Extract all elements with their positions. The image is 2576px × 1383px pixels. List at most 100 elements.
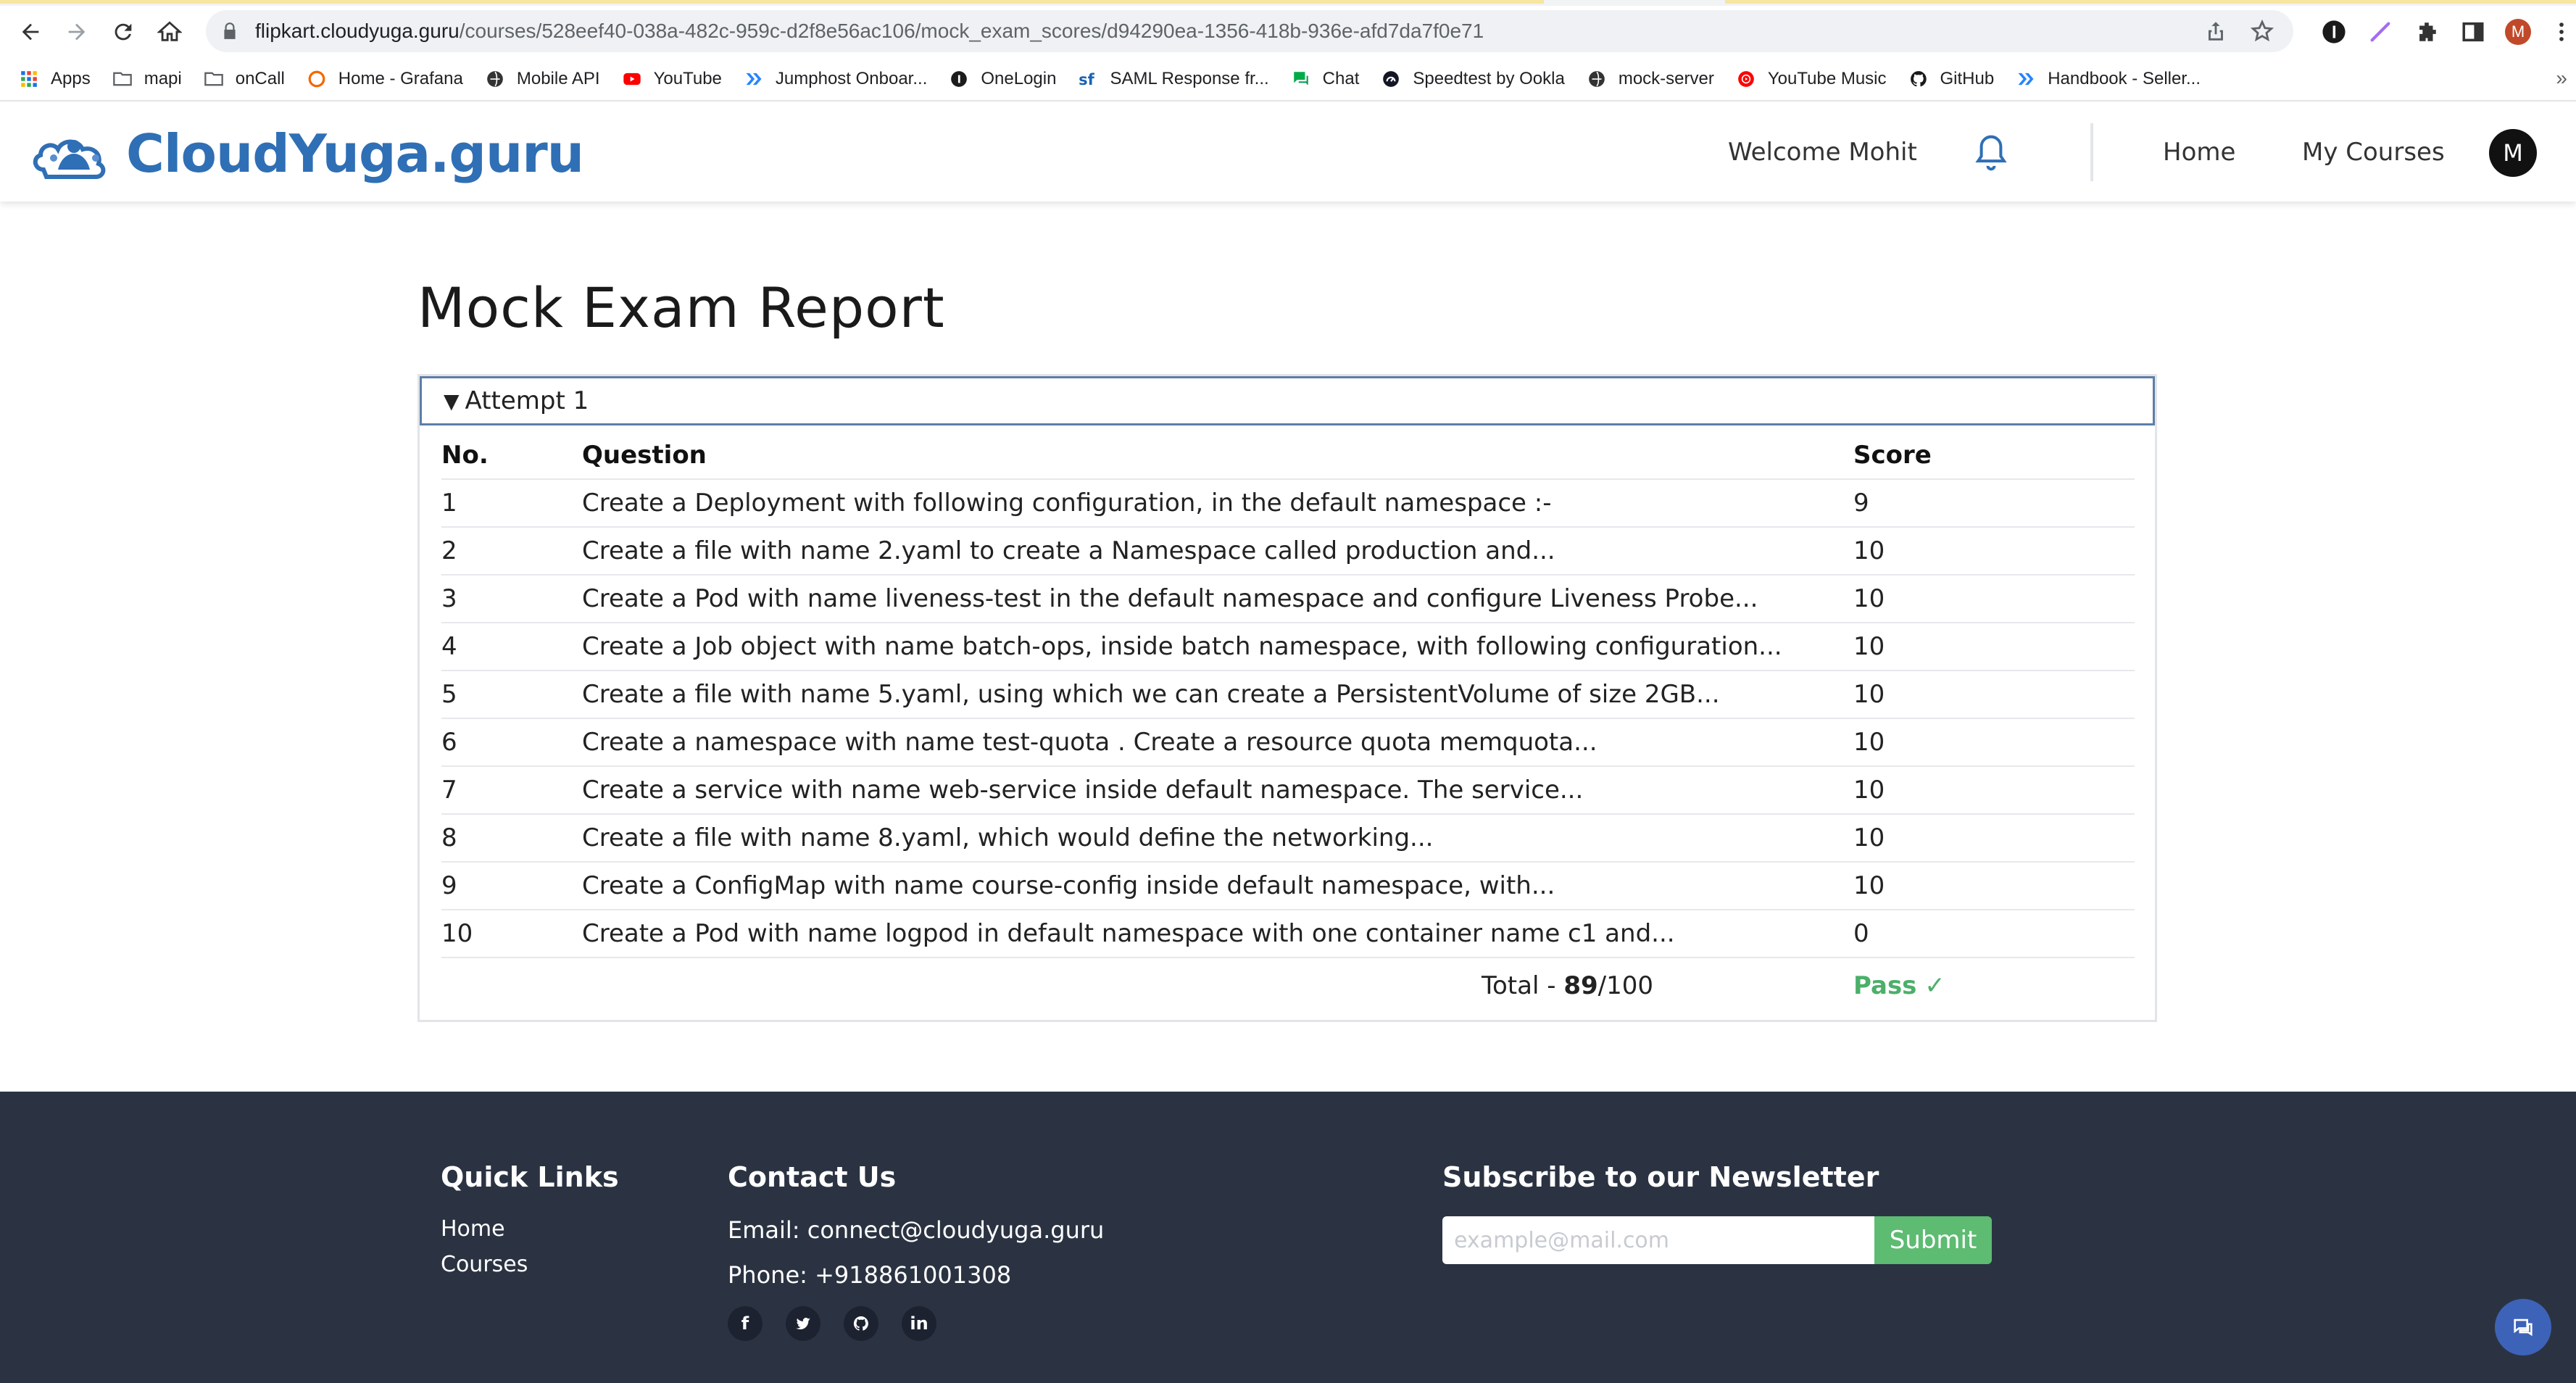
row-score: 10 xyxy=(1853,766,2135,815)
table-row: 1 Create a Deployment with following conf… xyxy=(441,479,2135,528)
lock-icon xyxy=(224,22,236,39)
home-button[interactable] xyxy=(146,9,193,55)
address-bar[interactable]: flipkart.cloudyuga.guru/courses/528eef40… xyxy=(206,10,2293,52)
pen-extension-icon[interactable] xyxy=(2367,19,2393,45)
bookmark-item[interactable]: mock-server xyxy=(1587,69,1714,89)
twitter-icon[interactable] xyxy=(786,1306,820,1341)
linkedin-icon[interactable]: in xyxy=(902,1306,936,1341)
bookmark-item[interactable]: YouTube xyxy=(622,69,722,89)
checkmark-icon: ✓ xyxy=(1924,971,1945,1000)
row-score: 10 xyxy=(1853,670,2135,719)
attempt-toggle[interactable]: ▼ Attempt 1 xyxy=(420,376,2155,425)
tab-highlight xyxy=(1725,0,2576,4)
facebook-icon[interactable]: f xyxy=(728,1306,763,1341)
bookmark-label: Speedtest by Ookla xyxy=(1413,69,1565,88)
bookmark-item[interactable]: sf SAML Response fr... xyxy=(1078,69,1269,89)
bookmark-item[interactable]: Home - Grafana xyxy=(307,69,463,89)
result-badge: Pass ✓ xyxy=(1853,958,2135,1013)
row-score: 9 xyxy=(1853,479,2135,528)
confluence-icon xyxy=(2016,69,2036,89)
row-number: 2 xyxy=(441,527,582,576)
bookmark-label: Chat xyxy=(1322,69,1360,88)
bookmark-label: Mobile API xyxy=(516,69,600,88)
cloudyuga-logo[interactable]: CloudYuga.guru xyxy=(29,123,584,184)
bookmark-label: onCall xyxy=(235,69,285,88)
star-icon[interactable] xyxy=(2250,19,2274,43)
bookmark-item[interactable]: Apps xyxy=(19,69,91,89)
table-row: 3 Create a Pod with name liveness-test in… xyxy=(441,575,2135,623)
newsletter-submit-button[interactable]: Submit xyxy=(1874,1216,1992,1264)
globe-icon xyxy=(1587,69,1607,89)
bookmark-item[interactable]: GitHub xyxy=(1908,69,1994,89)
bookmarks-overflow-button[interactable]: » xyxy=(2556,67,2567,90)
table-row: 5 Create a file with name 5.yaml, using w… xyxy=(441,670,2135,719)
logo-text: CloudYuga.guru xyxy=(126,123,584,184)
apps-grid-icon xyxy=(19,69,39,89)
github-icon[interactable] xyxy=(844,1306,878,1341)
row-question: Create a Pod with name logpod in default… xyxy=(582,910,1853,958)
reload-icon xyxy=(115,23,132,41)
bookmark-item[interactable]: Speedtest by Ookla xyxy=(1381,69,1565,89)
contact-phone: Phone: +918861001308 xyxy=(728,1261,1012,1289)
avatar[interactable]: M xyxy=(2489,129,2537,177)
quick-links-heading: Quick Links xyxy=(441,1161,619,1193)
share-icon[interactable] xyxy=(2203,19,2228,43)
bookmark-item[interactable]: OneLogin xyxy=(949,69,1056,89)
total-max: /100 xyxy=(1597,971,1653,1000)
row-number: 8 xyxy=(441,814,582,863)
nav-my-courses-link[interactable]: My Courses xyxy=(2302,103,2445,202)
row-number: 3 xyxy=(441,575,582,623)
arrow-left-icon xyxy=(22,23,39,41)
back-button[interactable] xyxy=(7,9,54,55)
total-label: Total - xyxy=(1482,971,1564,1000)
table-row: 6 Create a namespace with name test-quota… xyxy=(441,718,2135,767)
bookmark-item[interactable]: Jumphost Onboar... xyxy=(744,69,927,89)
table-header-row: No. Question Score xyxy=(441,431,2135,480)
bookmark-item[interactable]: Handbook - Seller... xyxy=(2016,69,2201,89)
cloud-logo-icon xyxy=(33,139,106,179)
row-number: 7 xyxy=(441,766,582,815)
bookmark-item[interactable]: YouTube Music xyxy=(1736,69,1887,89)
bookmark-label: Handbook - Seller... xyxy=(2048,69,2201,88)
contact-email[interactable]: Email: connect@cloudyuga.guru xyxy=(728,1216,1104,1244)
browser-toolbar: flipkart.cloudyuga.guru/courses/528eef40… xyxy=(0,6,2576,58)
row-question: Create a Deployment with following confi… xyxy=(582,479,1853,528)
puzzle-icon[interactable] xyxy=(2414,19,2440,45)
contact-section: Contact Us Email: connect@cloudyuga.guru… xyxy=(728,1161,1104,1341)
onepassword-icon[interactable] xyxy=(2321,19,2347,45)
quick-links-section: Quick Links Home Courses xyxy=(441,1161,619,1287)
footer-link-courses[interactable]: Courses xyxy=(441,1252,619,1277)
bell-icon[interactable] xyxy=(1972,132,2011,174)
profile-button[interactable]: M xyxy=(2505,19,2531,45)
bookmark-item[interactable]: mapi xyxy=(112,69,182,89)
kebab-menu-icon[interactable] xyxy=(2548,19,2575,45)
svg-text:sf: sf xyxy=(1079,71,1095,88)
row-question: Create a service with name web-service i… xyxy=(582,766,1853,815)
chat-bubble-icon xyxy=(2514,1318,2533,1337)
header-divider xyxy=(2090,123,2093,181)
column-header-question: Question xyxy=(582,431,1853,480)
reload-button[interactable] xyxy=(100,9,146,55)
house-icon xyxy=(157,21,182,41)
bookmark-item[interactable]: onCall xyxy=(204,69,285,89)
footer-link-home[interactable]: Home xyxy=(441,1216,619,1242)
attempt-details: ▼ Attempt 1 No. Question Score 1 Create a… xyxy=(417,374,2157,1022)
nav-home-link[interactable]: Home xyxy=(2163,103,2235,202)
row-number: 10 xyxy=(441,910,582,958)
row-number: 9 xyxy=(441,862,582,910)
newsletter-email-input[interactable] xyxy=(1442,1216,1874,1264)
chat-widget-button[interactable] xyxy=(2495,1299,2551,1355)
row-score: 10 xyxy=(1853,862,2135,910)
sidepanel-icon[interactable] xyxy=(2460,19,2486,45)
onelogin-icon xyxy=(949,69,969,89)
bookmark-item[interactable]: Mobile API xyxy=(485,69,600,89)
bookmark-label: YouTube Music xyxy=(1767,69,1887,88)
row-number: 6 xyxy=(441,718,582,767)
row-score: 0 xyxy=(1853,910,2135,958)
bookmark-item[interactable]: Chat xyxy=(1291,69,1360,89)
row-question: Create a file with name 5.yaml, using wh… xyxy=(582,670,1853,719)
forward-button[interactable] xyxy=(54,9,100,55)
site-header: CloudYuga.guru Welcome Mohit Home My Cou… xyxy=(0,103,2576,202)
row-score: 10 xyxy=(1853,575,2135,623)
tab-highlight xyxy=(0,0,1544,4)
